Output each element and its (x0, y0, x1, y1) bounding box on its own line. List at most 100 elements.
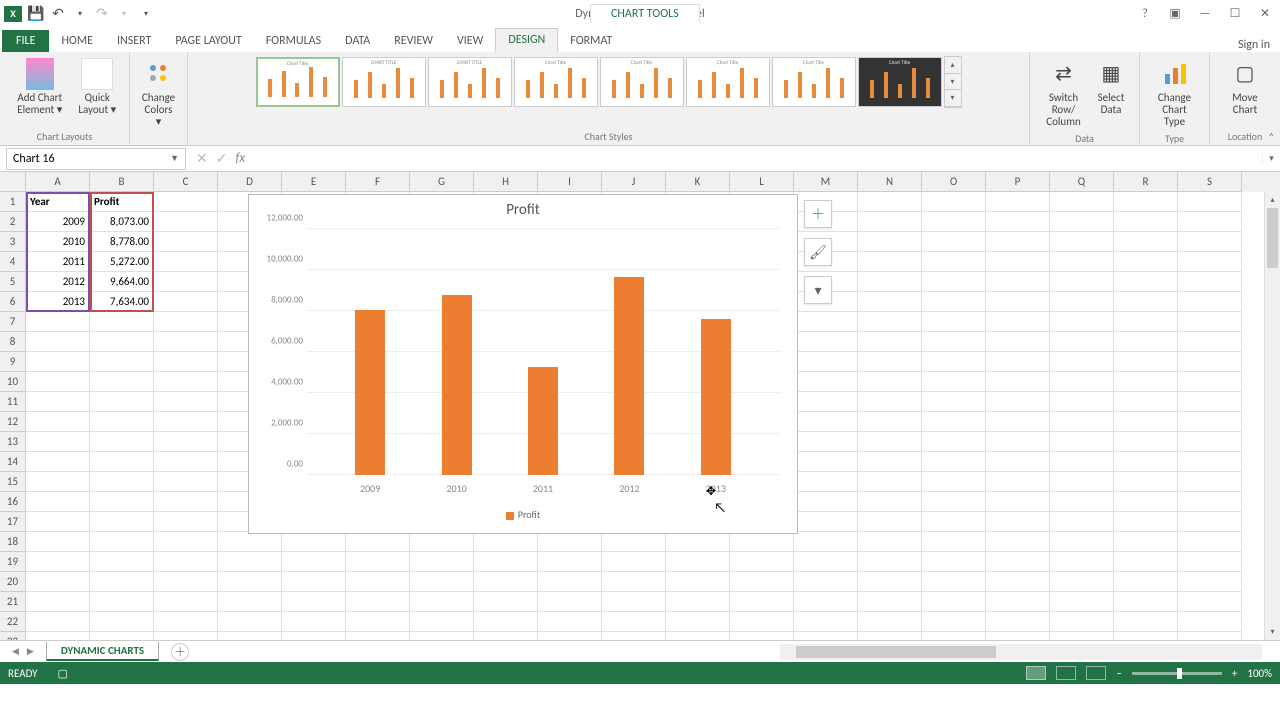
cell[interactable] (1050, 232, 1114, 252)
sheet-nav-next-icon[interactable]: ▶ (27, 646, 34, 657)
cell[interactable] (986, 472, 1050, 492)
help-icon[interactable]: ? (1132, 4, 1158, 24)
row-header[interactable]: 7 (0, 312, 26, 332)
cell[interactable] (90, 472, 154, 492)
cell[interactable] (986, 572, 1050, 592)
cell[interactable] (90, 432, 154, 452)
cell[interactable] (1114, 212, 1178, 232)
cell[interactable] (90, 512, 154, 532)
cell[interactable] (26, 432, 90, 452)
cell[interactable] (794, 592, 858, 612)
cell[interactable] (922, 592, 986, 612)
row-header[interactable]: 2 (0, 212, 26, 232)
tab-page-layout[interactable]: PAGE LAYOUT (163, 30, 253, 52)
cell[interactable] (346, 532, 410, 552)
cell[interactable] (154, 252, 218, 272)
cell[interactable] (666, 592, 730, 612)
move-chart-button[interactable]: ▢ Move Chart (1225, 56, 1265, 118)
cell[interactable] (1114, 552, 1178, 572)
cell[interactable] (986, 552, 1050, 572)
tab-home[interactable]: HOME (49, 30, 105, 52)
cell[interactable] (922, 472, 986, 492)
cell[interactable] (794, 572, 858, 592)
cell[interactable] (410, 632, 474, 640)
chart-bar[interactable] (528, 367, 558, 475)
cell[interactable] (922, 532, 986, 552)
cell[interactable] (1178, 472, 1242, 492)
cell[interactable] (666, 572, 730, 592)
cell[interactable]: 5,272.00 (90, 252, 154, 272)
cell[interactable] (154, 592, 218, 612)
cell[interactable] (1178, 272, 1242, 292)
cell[interactable] (986, 252, 1050, 272)
chart-bar[interactable] (701, 319, 731, 475)
row-header[interactable]: 1 (0, 192, 26, 212)
cell[interactable] (1050, 392, 1114, 412)
cell[interactable]: 2010 (26, 232, 90, 252)
redo-dd-icon[interactable]: ▾ (116, 6, 132, 22)
cell[interactable] (858, 312, 922, 332)
cell[interactable] (858, 432, 922, 452)
cell[interactable] (794, 352, 858, 372)
cell[interactable] (154, 232, 218, 252)
cell[interactable] (986, 352, 1050, 372)
cell[interactable] (154, 372, 218, 392)
tab-view[interactable]: VIEW (445, 30, 495, 52)
column-header[interactable]: L (730, 172, 794, 192)
cell[interactable] (474, 552, 538, 572)
cell[interactable] (602, 532, 666, 552)
minimize-icon[interactable]: — (1192, 4, 1218, 24)
column-header[interactable]: M (794, 172, 858, 192)
cell[interactable] (90, 392, 154, 412)
cell[interactable] (1114, 292, 1178, 312)
cell[interactable] (986, 232, 1050, 252)
cell[interactable] (1050, 212, 1114, 232)
cell[interactable] (1114, 272, 1178, 292)
cell[interactable] (1114, 632, 1178, 640)
vertical-scrollbar[interactable]: ▴ ▾ (1264, 192, 1280, 640)
chart-title[interactable]: Profit (249, 195, 797, 219)
column-header[interactable]: C (154, 172, 218, 192)
cell[interactable] (1178, 332, 1242, 352)
cell[interactable] (154, 352, 218, 372)
chart-style-4[interactable]: Chart Title (514, 57, 598, 107)
cell[interactable] (602, 572, 666, 592)
cell[interactable] (218, 632, 282, 640)
cell[interactable] (346, 632, 410, 640)
cell[interactable] (666, 532, 730, 552)
cell[interactable] (346, 612, 410, 632)
add-sheet-button[interactable]: ＋ (171, 643, 189, 661)
cell[interactable] (858, 252, 922, 272)
cell[interactable] (154, 392, 218, 412)
cell[interactable] (1114, 352, 1178, 372)
formula-bar[interactable] (261, 148, 1262, 170)
sheet-tab-dynamic-charts[interactable]: DYNAMIC CHARTS (46, 642, 159, 661)
collapse-ribbon-icon[interactable]: ˄ (1269, 130, 1274, 143)
cell[interactable] (410, 592, 474, 612)
cell[interactable]: 2013 (26, 292, 90, 312)
tab-formulas[interactable]: FORMULAS (254, 30, 333, 52)
cell[interactable]: 7,634.00 (90, 292, 154, 312)
cell[interactable] (986, 412, 1050, 432)
cell[interactable] (538, 552, 602, 572)
column-header[interactable]: A (26, 172, 90, 192)
cell[interactable] (1114, 612, 1178, 632)
cell[interactable] (154, 212, 218, 232)
cell[interactable] (602, 552, 666, 572)
cell[interactable] (1178, 312, 1242, 332)
cell[interactable] (922, 572, 986, 592)
cell[interactable] (1050, 552, 1114, 572)
cell[interactable] (1178, 192, 1242, 212)
cell[interactable] (1178, 432, 1242, 452)
cell[interactable] (858, 492, 922, 512)
chart-style-8[interactable]: Chart Title (858, 57, 942, 107)
cell[interactable] (666, 612, 730, 632)
cell[interactable] (1114, 412, 1178, 432)
chart-styles-scroll[interactable]: ▴▾▾ (944, 56, 962, 108)
cell[interactable] (1178, 292, 1242, 312)
cell[interactable] (1050, 332, 1114, 352)
select-all-triangle[interactable] (0, 172, 26, 192)
redo-icon[interactable]: ↷ (94, 6, 110, 22)
cell[interactable] (1114, 252, 1178, 272)
row-header[interactable]: 5 (0, 272, 26, 292)
